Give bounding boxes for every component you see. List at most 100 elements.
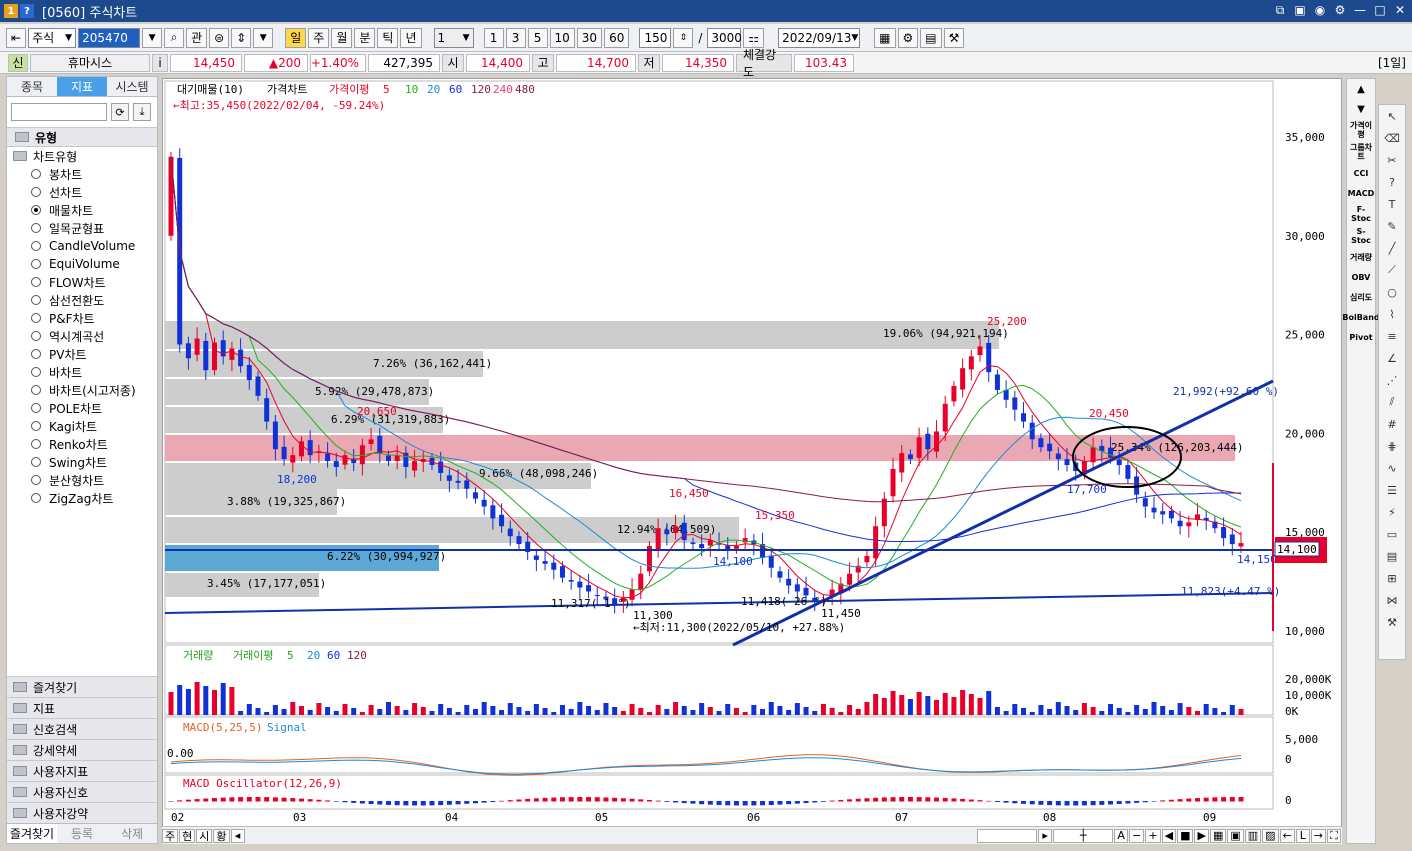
sidebar-search-input[interactable] [11,103,107,121]
chart-save-icon[interactable]: ▤ [920,27,942,48]
fibo-icon[interactable]: ≡ [1379,325,1405,347]
gwan-button[interactable]: 관 [186,27,208,48]
radio-icon[interactable] [31,385,41,395]
layout-bottom-icon[interactable]: ▥ [1244,828,1262,843]
pencil-icon[interactable]: ✎ [1379,215,1405,237]
total-options-icon[interactable]: ⚏ [743,27,765,48]
radio-icon[interactable] [31,241,41,251]
auto-icon[interactable]: ⚡ [1379,501,1405,523]
indicator-shortcut[interactable]: 그룹차트 [1347,141,1375,163]
help-icon[interactable]: ? [1379,171,1405,193]
radio-icon[interactable] [31,439,41,449]
indicator-shortcut[interactable]: 가격이평 [1347,119,1375,141]
tab-stock[interactable]: 종목 [7,77,57,96]
bottom-tab-si[interactable]: 시 [196,828,213,843]
font-size-icon[interactable]: A [1114,828,1129,843]
radio-icon[interactable] [31,259,41,269]
menu-favorites[interactable]: 즐겨찾기 [7,676,157,697]
search-icon[interactable]: ⌕ [164,27,185,48]
radio-icon[interactable] [31,493,41,503]
zoom-out-icon[interactable]: − [1129,828,1145,843]
next-icon[interactable]: ▶ [1194,828,1209,843]
count-input[interactable]: 150 [639,27,672,48]
radio-icon[interactable] [31,421,41,431]
menu-down-icon[interactable]: ▼ [253,27,274,48]
indicator-shortcut[interactable]: CCI [1347,163,1375,183]
chart-type-item[interactable]: 분산형차트 [7,471,157,489]
eraser-icon[interactable]: ⌫ [1379,127,1405,149]
compare-icon[interactable]: ⋈ [1379,589,1405,611]
chart-type-item[interactable]: POLE차트 [7,399,157,417]
radio-icon[interactable] [31,313,41,323]
zoom-in-icon[interactable]: + [1145,828,1161,843]
prev-arrow-icon[interactable]: ⇤ [6,27,27,48]
radio-icon[interactable] [31,403,41,413]
forward-icon[interactable]: → [1310,828,1326,843]
chart-type-item[interactable]: 일목균형표 [7,219,157,237]
radio-icon[interactable] [31,223,41,233]
indicator-shortcut[interactable]: MACD [1347,183,1375,203]
bottom-tab-delete[interactable]: 삭제 [107,824,157,843]
channel-icon[interactable]: ⫽ [1379,391,1405,413]
line-icon[interactable]: L [1295,828,1310,843]
interval-select[interactable]: 1 ▼ [433,27,474,48]
stop-icon[interactable]: ■ [1177,828,1194,843]
radio-icon[interactable] [31,457,41,467]
info-button[interactable]: i [152,53,168,72]
wave-icon[interactable]: ∿ [1379,457,1405,479]
chart-type-item[interactable]: CandleVolume [7,237,157,255]
capture-icon[interactable]: ◉ [1312,2,1328,18]
radio-icon[interactable] [31,331,41,341]
period-tick-button[interactable]: 틱 [377,27,399,48]
chart-layout-icon[interactable]: ▦ [874,27,896,48]
minimize-icon[interactable]: — [1352,2,1368,18]
chart-type-item[interactable]: 역시계곡선 [7,327,157,345]
chart-type-root[interactable]: 차트유형 [7,147,157,165]
total-input[interactable]: 3000 [707,27,742,48]
reset-icon[interactable]: ⛶ [1327,828,1341,843]
scroll-right-icon[interactable]: ▸ [1038,828,1053,843]
radio-icon[interactable] [31,475,41,485]
bottom-tab-hyeon[interactable]: 현 [179,828,196,843]
pattern-icon[interactable]: ⌇ [1379,303,1405,325]
menu-strength[interactable]: 강세약세 [7,739,157,760]
menu-user-indicator[interactable]: 사용자지표 [7,760,157,781]
radio-icon[interactable] [31,367,41,377]
cursor-icon[interactable]: ↖ [1379,105,1405,127]
first-icon[interactable]: ◀ [1161,828,1177,843]
back-icon[interactable]: ← [1279,828,1295,843]
menu-user-signal[interactable]: 사용자신호 [7,781,157,802]
bottom-tab-hwang[interactable]: 황 [213,828,230,843]
stock-code-input[interactable]: 205470 [78,27,141,48]
chart-type-item[interactable]: FLOW차트 [7,273,157,291]
ray-line-icon[interactable]: ⟋ [1379,259,1405,281]
circle-icon[interactable]: ○ [1379,281,1405,303]
grid-icon[interactable]: # [1379,413,1405,435]
indicator-shortcut[interactable]: 거래량 [1347,247,1375,267]
market-select[interactable]: 주식 ▼ [28,27,77,48]
excel-icon[interactable]: ▦ [1209,828,1227,843]
link-icon[interactable]: ⊜ [209,27,230,48]
interval-30-button[interactable]: 30 [576,27,603,48]
date-select[interactable]: 2022/09/13 ▼ [778,27,861,48]
indicator-shortcut[interactable]: F-Stoc [1347,203,1375,225]
close-icon[interactable]: ✕ [1392,2,1408,18]
chart-type-item[interactable]: Kagi차트 [7,417,157,435]
interval-5-button[interactable]: 5 [527,27,548,48]
chart-type-item[interactable]: 삼선전환도 [7,291,157,309]
bars-icon[interactable]: ☰ [1379,479,1405,501]
new-window-icon[interactable]: ⧉ [1272,2,1288,18]
chart-settings-icon[interactable]: ⚙ [897,27,919,48]
document-icon[interactable]: ▤ [1379,545,1405,567]
indicator-shortcut[interactable]: Pivot [1347,327,1375,347]
chart-type-item[interactable]: Renko차트 [7,435,157,453]
maximize-icon[interactable]: □ [1372,2,1388,18]
radio-icon[interactable] [31,295,41,305]
gann-icon[interactable]: ∠ [1379,347,1405,369]
radio-icon[interactable] [31,169,41,179]
chart-type-item[interactable]: PV차트 [7,345,157,363]
radio-icon[interactable] [31,277,41,287]
interval-10-button[interactable]: 10 [549,27,575,48]
tab-system[interactable]: 시스템 [107,77,157,96]
scroll-up-icon[interactable]: ▲ [1347,79,1375,99]
